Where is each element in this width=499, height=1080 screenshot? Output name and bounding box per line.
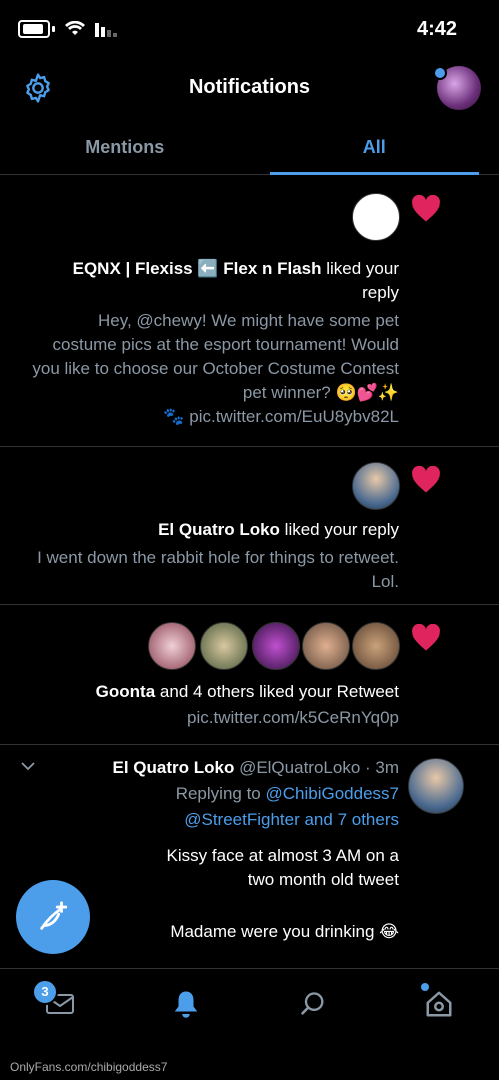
notification-link: 🐾 pic.twitter.com/EuU8ybv82L (163, 407, 399, 426)
chevron-down-icon[interactable] (20, 760, 36, 772)
avatar[interactable] (252, 622, 300, 670)
notification-user: El Quatro Loko (158, 520, 280, 539)
message-badge: 3 (32, 979, 58, 1005)
avatar[interactable] (200, 622, 248, 670)
avatar[interactable] (302, 622, 350, 670)
home-icon (426, 991, 452, 1017)
replying-others[interactable]: @StreetFighter and 7 others (184, 808, 399, 832)
heart-icon (412, 624, 440, 651)
tweet-text: Madame were you drinking 😂 (170, 922, 399, 941)
tab-messages[interactable]: 3 (32, 969, 80, 1039)
notification-dot (433, 66, 447, 80)
status-time: 4:42 (416, 18, 457, 40)
tab-notifications[interactable] (166, 969, 206, 1039)
search-icon (300, 992, 324, 1015)
bottom-tab-bar: 3 (0, 968, 499, 1038)
compose-button[interactable] (16, 880, 90, 954)
tweet-meta: @ElQuatroLoko · 3m (239, 758, 399, 777)
watermark: OnlyFans.com/chibigoddess7 (10, 1060, 168, 1074)
tab-bar: Mentions All (0, 120, 499, 175)
notification-user: Goonta (95, 682, 156, 701)
compose-feather-icon (40, 901, 68, 930)
notification-action: liked your reply (284, 520, 399, 539)
notification-title: Goonta and 4 others liked your Retweet (30, 680, 399, 704)
heart-icon (412, 195, 440, 222)
notification-action: liked your reply (326, 259, 399, 302)
notification-title: El Quatro Loko liked your reply (40, 518, 399, 542)
tab-search[interactable] (293, 969, 333, 1039)
notification-item[interactable]: El Quatro Loko liked your reply I went d… (0, 446, 499, 605)
notification-user: EQNX | Flexiss ⬅️ Flex n Flash (72, 259, 322, 278)
battery-tip (52, 26, 55, 32)
avatar[interactable] (352, 462, 400, 510)
notification-title: EQNX | Flexiss ⬅️ Flex n Flash liked you… (40, 257, 399, 305)
bell-icon (175, 991, 198, 1018)
tab-home[interactable] (419, 969, 459, 1039)
notification-item[interactable]: EQNX | Flexiss ⬅️ Flex n Flash liked you… (0, 175, 499, 447)
tweet-text: Kissy face at almost 3 AM on a two month… (166, 846, 399, 889)
notification-body: I went down the rabbit hole for things t… (37, 548, 399, 591)
tab-all[interactable]: All (250, 120, 499, 175)
tab-mentions[interactable]: Mentions (0, 120, 250, 174)
wifi-icon (65, 21, 85, 35)
avatar[interactable] (352, 193, 400, 241)
tweet-author: El Quatro Loko (112, 758, 235, 777)
tweet-avatar[interactable] (408, 758, 464, 814)
battery-icon (18, 20, 50, 38)
status-icons (18, 20, 119, 38)
tweet-header: El Quatro Loko @ElQuatroLoko · 3m (112, 756, 399, 780)
replying-handle[interactable]: @ChibiGoddess7 (266, 784, 400, 803)
replying-prefix: Replying to (175, 784, 261, 803)
signal-icon (95, 23, 117, 37)
notification-body: pic.twitter.com/k5CeRnYq0p (187, 708, 399, 727)
page-title: Notifications (188, 76, 311, 98)
notification-body: Hey, @chewy! We might have some pet cost… (32, 311, 399, 402)
avatar[interactable] (148, 622, 196, 670)
avatar[interactable] (352, 622, 400, 670)
notification-item[interactable]: Goonta and 4 others liked your Retweet p… (0, 604, 499, 745)
heart-icon (412, 466, 440, 493)
home-dot (420, 983, 429, 991)
notification-action: and 4 others liked your Retweet (159, 682, 399, 701)
replying-to: Replying to @ChibiGoddess7 (176, 782, 399, 806)
